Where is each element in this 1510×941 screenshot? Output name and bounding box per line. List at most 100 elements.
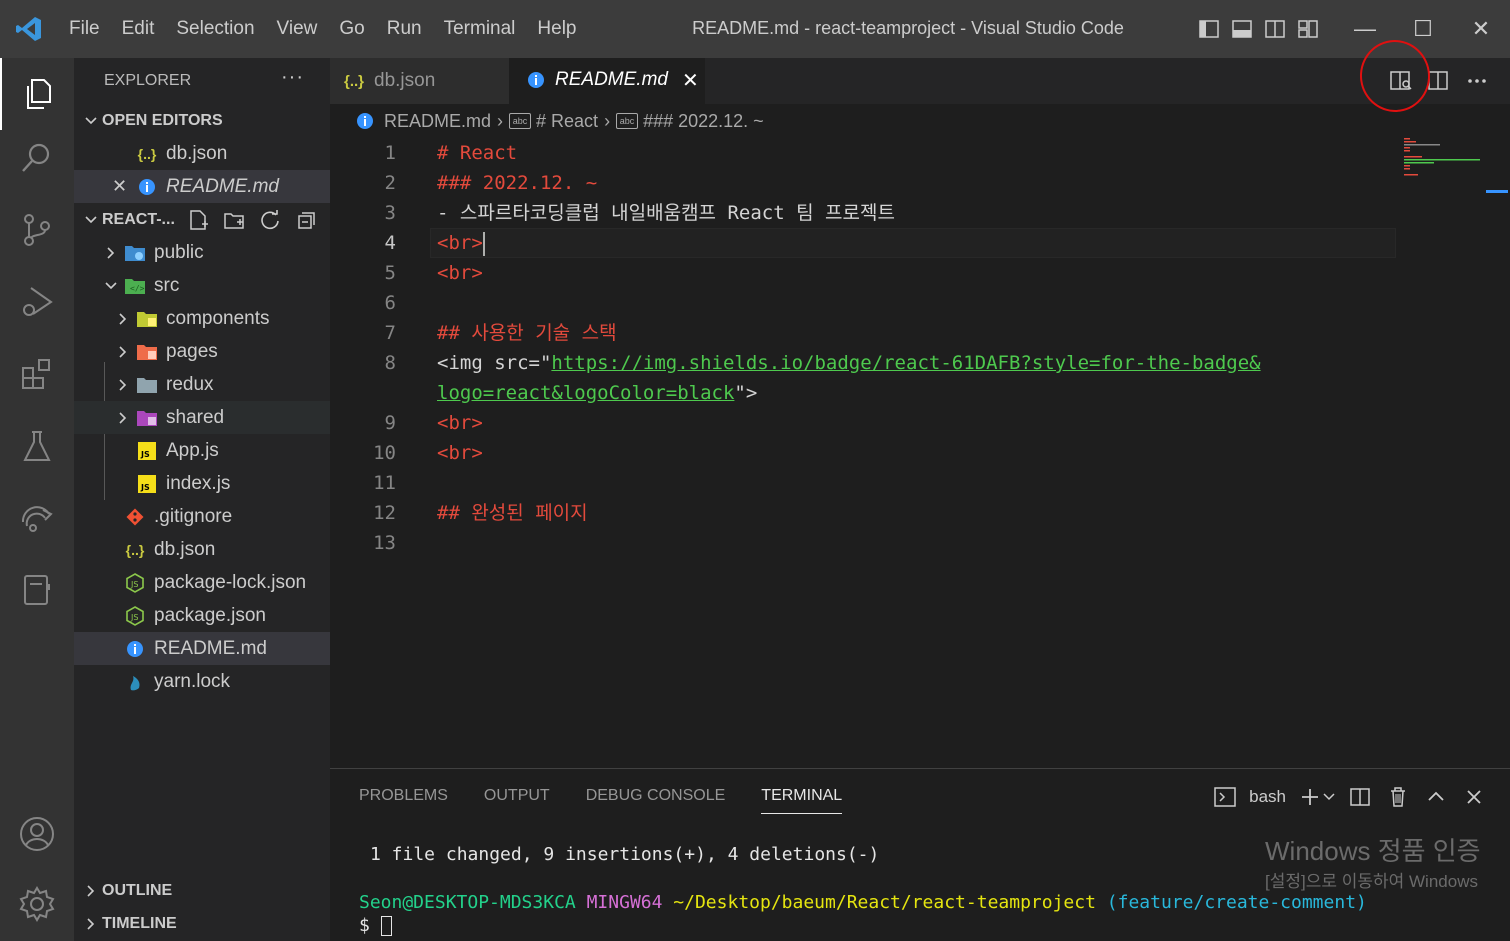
chevron-down-icon	[80, 114, 102, 128]
timeline-section[interactable]: TIMELINE	[74, 907, 330, 940]
terminal-output-line: 1 file changed, 9 insertions(+), 4 delet…	[370, 844, 880, 865]
tree-file[interactable]: README.md	[74, 632, 330, 665]
chevron-down-icon[interactable]	[1322, 783, 1336, 811]
info-file-icon	[124, 638, 146, 660]
tree-file[interactable]: JS App.js	[74, 434, 330, 467]
explorer-icon[interactable]	[0, 58, 74, 130]
outline-section[interactable]: OUTLINE	[74, 874, 330, 907]
new-terminal-icon[interactable]	[1296, 783, 1324, 811]
code-line: 10 <br>	[373, 442, 483, 464]
project-section[interactable]: REACT-...	[74, 203, 330, 236]
code-line: 7 ## 사용한 기술 스택	[384, 322, 617, 344]
collapse-all-icon[interactable]	[292, 206, 320, 234]
project-label: REACT-...	[102, 210, 175, 228]
menu-selection[interactable]: Selection	[165, 0, 265, 58]
folder-components-icon	[136, 308, 158, 330]
search-icon[interactable]	[0, 122, 74, 194]
code-line: 2 ### 2022.12. ~	[384, 172, 598, 194]
menu-file[interactable]: File	[58, 0, 111, 58]
breadcrumb-file[interactable]: README.md	[384, 111, 491, 132]
code-line: 13	[373, 532, 396, 554]
notebook-icon[interactable]	[0, 554, 74, 626]
breadcrumb-symbol[interactable]: ### 2022.12. ~	[643, 111, 764, 132]
open-editor-item[interactable]: {..} db.json	[74, 137, 330, 170]
tab-problems[interactable]: PROBLEMS	[359, 787, 448, 814]
folder-pages-icon	[136, 341, 158, 363]
tree-file[interactable]: JS index.js	[74, 467, 330, 500]
tree-label: App.js	[166, 439, 219, 461]
svg-text:</>: </>	[130, 284, 145, 293]
info-file-icon	[136, 176, 158, 198]
more-actions-button[interactable]: ···	[281, 66, 304, 89]
remote-icon[interactable]	[0, 482, 74, 554]
open-editor-label: README.md	[166, 175, 279, 197]
explorer-sidebar: EXPLORER ··· OPEN EDITORS {..} db.json ✕…	[74, 58, 330, 941]
link-text: https://img.shields.io/badge/react-61DAF…	[551, 352, 1261, 374]
refresh-icon[interactable]	[256, 206, 284, 234]
tree-file[interactable]: JS package.json	[74, 599, 330, 632]
chevron-right-icon: ›	[604, 110, 611, 131]
terminal-icon	[1211, 783, 1239, 811]
chevron-right-icon	[100, 246, 122, 260]
chevron-right-icon	[112, 378, 134, 392]
tree-file[interactable]: yarn.lock	[74, 665, 330, 698]
maximize-panel-icon[interactable]	[1422, 783, 1450, 811]
tree-folder[interactable]: shared	[74, 401, 330, 434]
breadcrumb-symbol[interactable]: # React	[536, 111, 598, 132]
tab-db-json[interactable]: {..} db.json	[330, 58, 509, 104]
menu-terminal[interactable]: Terminal	[433, 0, 527, 58]
activation-watermark-title: Windows 정품 인증	[1265, 836, 1481, 866]
tree-folder[interactable]: components	[74, 302, 330, 335]
run-debug-icon[interactable]	[0, 266, 74, 338]
split-terminal-icon[interactable]	[1346, 783, 1374, 811]
chevron-right-icon	[80, 884, 102, 898]
tree-file[interactable]: {..} db.json	[74, 533, 330, 566]
tree-label: yarn.lock	[154, 670, 231, 692]
account-icon[interactable]	[0, 798, 74, 870]
chevron-down-icon	[100, 279, 122, 293]
close-window-button[interactable]: ✕	[1452, 0, 1510, 58]
open-editors-section[interactable]: OPEN EDITORS	[74, 104, 330, 137]
trash-icon[interactable]	[1384, 783, 1412, 811]
tree-folder[interactable]: redux	[74, 368, 330, 401]
tree-file[interactable]: JS package-lock.json	[74, 566, 330, 599]
scrollbar-indicator[interactable]	[1486, 190, 1508, 193]
menu-help[interactable]: Help	[526, 0, 587, 58]
more-actions-icon[interactable]	[1462, 66, 1492, 96]
terminal-prompt-line: Seon@DESKTOP-MDS3KCA MINGW64 ~/Desktop/b…	[359, 892, 1367, 913]
terminal-branch: (feature/create-comment)	[1106, 892, 1367, 913]
toggle-panel-icon[interactable]	[1225, 0, 1258, 58]
terminal-shell-label[interactable]: bash	[1249, 787, 1286, 807]
tab-terminal[interactable]: TERMINAL	[761, 787, 843, 814]
tab-debug-console[interactable]: DEBUG CONSOLE	[586, 787, 726, 814]
tree-folder[interactable]: </> src	[74, 269, 330, 302]
minimap[interactable]	[1400, 138, 1486, 178]
close-editor-button[interactable]: ✕	[112, 176, 136, 197]
testing-icon[interactable]	[0, 410, 74, 482]
extensions-icon[interactable]	[0, 338, 74, 410]
terminal-prompt: $	[359, 915, 370, 936]
code-editor[interactable]: 1 # React 2 ### 2022.12. ~ 3- 스파르타코딩클럽 내일배…	[330, 138, 1486, 768]
settings-gear-icon[interactable]	[0, 868, 74, 940]
menu-view[interactable]: View	[266, 0, 329, 58]
close-panel-icon[interactable]	[1460, 783, 1488, 811]
menu-run[interactable]: Run	[376, 0, 433, 58]
tab-output[interactable]: OUTPUT	[484, 787, 550, 814]
customize-layout-icon[interactable]	[1291, 0, 1324, 58]
toggle-secondary-sidebar-icon[interactable]	[1258, 0, 1291, 58]
tree-file[interactable]: .gitignore	[74, 500, 330, 533]
javascript-file-icon: JS	[136, 473, 158, 495]
terminal-input-line[interactable]: $	[359, 915, 392, 936]
tree-folder[interactable]: public	[74, 236, 330, 269]
source-control-icon[interactable]	[0, 194, 74, 266]
toggle-primary-sidebar-icon[interactable]	[1192, 0, 1225, 58]
tree-label: README.md	[154, 637, 267, 659]
close-tab-button[interactable]: ✕	[682, 68, 699, 93]
new-folder-icon[interactable]	[220, 206, 248, 234]
new-file-icon[interactable]	[184, 206, 212, 234]
tab-readme[interactable]: README.md ✕	[509, 58, 705, 104]
tree-folder[interactable]: pages	[74, 335, 330, 368]
open-editor-item[interactable]: ✕ README.md	[74, 170, 330, 203]
menu-edit[interactable]: Edit	[111, 0, 166, 58]
menu-go[interactable]: Go	[328, 0, 375, 58]
